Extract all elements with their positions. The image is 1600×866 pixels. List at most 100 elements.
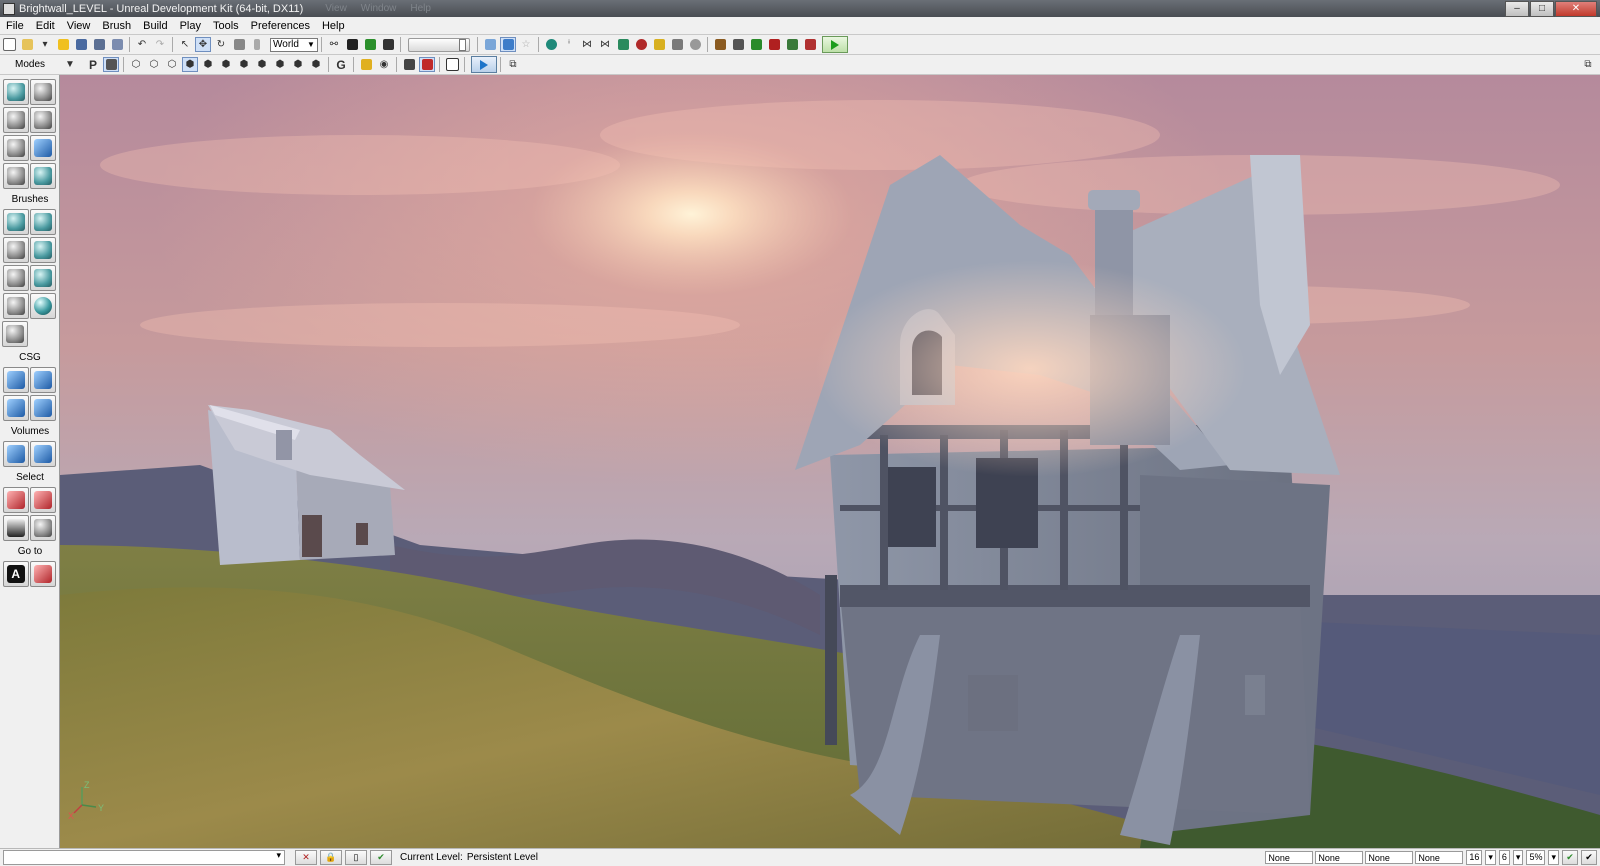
realtime-preview-icon[interactable] (669, 37, 685, 52)
curved-stair-brush-button[interactable] (2, 237, 29, 263)
lighting-buffer-icon[interactable]: ⬢ (308, 57, 324, 72)
play-on-pc-icon[interactable] (766, 37, 782, 52)
add-volume-button[interactable] (2, 441, 29, 467)
geometry-mode-button[interactable] (30, 79, 57, 105)
sheet-brush-button[interactable] (30, 265, 57, 291)
menu-view[interactable]: View (61, 20, 97, 32)
favorites-icon[interactable] (55, 37, 71, 52)
undo-icon[interactable]: ↶ (134, 37, 150, 52)
lit-icon[interactable]: ⬢ (182, 57, 198, 72)
menu-edit[interactable]: Edit (30, 20, 61, 32)
kismet-icon[interactable] (344, 37, 360, 52)
toggle-check-icon[interactable]: ✔ (1581, 850, 1597, 865)
maximize-viewport-icon[interactable] (444, 57, 460, 72)
console-icon[interactable] (784, 37, 800, 52)
restore-viewport-icon[interactable]: ⧉ (1580, 57, 1596, 72)
rotation-snap-value[interactable]: 6 (1498, 850, 1510, 865)
perspective-viewport[interactable]: Z X Y (60, 75, 1600, 848)
csg-subtract-button[interactable] (30, 367, 57, 393)
brush-wireframe-icon[interactable]: ⬡ (146, 57, 162, 72)
select-cursor-icon[interactable]: ↖ (177, 37, 193, 52)
landscape-mode-button[interactable] (2, 163, 29, 189)
open-dropdown-icon[interactable]: ▾ (37, 37, 53, 52)
play-level-icon[interactable] (748, 37, 764, 52)
film-icon[interactable] (712, 37, 728, 52)
play-in-editor-button[interactable] (822, 36, 848, 53)
save-all-icon[interactable] (91, 37, 107, 52)
realtime-icon[interactable] (103, 57, 119, 72)
star-icon[interactable]: ☆ (518, 37, 534, 52)
viewport-options-icon[interactable]: ⧉ (505, 57, 521, 72)
build-cover-icon[interactable]: ⋈ (597, 37, 613, 52)
save-icon[interactable] (73, 37, 89, 52)
save-current-level-icon[interactable] (109, 37, 125, 52)
coordinate-system-select[interactable]: World ▼ (270, 37, 318, 52)
spiral-stair-brush-button[interactable] (2, 293, 29, 319)
grid-size-value[interactable]: 16 (1466, 850, 1483, 865)
grid-dropdown-icon[interactable]: ▾ (1485, 850, 1496, 865)
kismet-k-icon[interactable] (362, 37, 378, 52)
sphere-brush-button[interactable] (30, 293, 57, 319)
rotation-dropdown-icon[interactable]: ▾ (1512, 850, 1524, 865)
chevron-down-icon[interactable]: ▼ (62, 57, 78, 72)
scale-snap-value[interactable]: 5% (1526, 850, 1546, 865)
light-map-density-icon[interactable]: ⬢ (290, 57, 306, 72)
new-file-icon[interactable] (1, 37, 17, 52)
show-selected-button[interactable] (2, 487, 29, 513)
unlit-icon[interactable]: ⬡ (164, 57, 180, 72)
play-in-viewport-button[interactable] (471, 56, 497, 73)
lighting-quality-icon[interactable] (651, 37, 667, 52)
build-lighting-icon[interactable]: ⁱ (561, 37, 577, 52)
lighting-only-icon[interactable]: ⬢ (218, 57, 234, 72)
volume-list-button[interactable] (30, 441, 57, 467)
menu-build[interactable]: Build (137, 20, 173, 32)
binoculars-icon[interactable]: ⚯ (326, 37, 342, 52)
light-complexity-icon[interactable]: ⬢ (236, 57, 252, 72)
cylinder-brush-button[interactable] (30, 237, 57, 263)
close-button[interactable]: ✕ (1555, 1, 1597, 17)
open-folder-icon[interactable] (19, 37, 35, 52)
foliage-mode-button[interactable] (30, 163, 57, 189)
content-browser-icon[interactable] (482, 37, 498, 52)
menu-preferences[interactable]: Preferences (245, 20, 316, 32)
menu-file[interactable]: File (0, 20, 30, 32)
translate-icon[interactable]: ✥ (195, 37, 211, 52)
select-invert-button[interactable] (2, 515, 29, 541)
actor-icon[interactable] (401, 57, 417, 72)
goto-builder-brush-button[interactable] (30, 561, 57, 587)
cube-brush-button[interactable] (2, 209, 29, 235)
autosave-icon[interactable]: ✔ (370, 850, 392, 865)
drag-grid-toggle-icon[interactable]: ✕ (295, 850, 317, 865)
csg-intersect-button[interactable] (2, 395, 29, 421)
redo-icon[interactable]: ↷ (152, 37, 168, 52)
kismet-k-icon[interactable] (802, 37, 818, 52)
csg-add-button[interactable] (2, 367, 29, 393)
menu-brush[interactable]: Brush (96, 20, 137, 32)
streaming-volume-icon[interactable] (419, 57, 435, 72)
snap-vertex-icon[interactable]: ▯ (345, 850, 367, 865)
eye-icon[interactable]: ◉ (376, 57, 392, 72)
terrain-mode-button[interactable] (2, 107, 29, 133)
build-paths-icon[interactable]: ⋈ (579, 37, 595, 52)
texture-alignment-mode-button[interactable] (2, 135, 29, 161)
generic-browser-icon[interactable] (500, 37, 516, 52)
game-view-label[interactable]: G (333, 57, 349, 72)
swarm-icon[interactable] (633, 37, 649, 52)
detail-lighting-icon[interactable]: ⬢ (200, 57, 216, 72)
goto-actor-button[interactable]: A (2, 561, 29, 587)
lock-icon[interactable] (358, 57, 374, 72)
hide-selected-button[interactable] (30, 487, 57, 513)
realtime-audio-icon[interactable]: ✔ (1562, 850, 1578, 865)
clapboard-icon[interactable] (730, 37, 746, 52)
shader-complexity-icon[interactable]: ⬢ (272, 57, 288, 72)
show-all-button[interactable] (30, 515, 57, 541)
maximize-button[interactable]: □ (1530, 1, 1554, 17)
lighting-info-icon[interactable] (687, 37, 703, 52)
cone-brush-button[interactable] (30, 209, 57, 235)
scale-dropdown-icon[interactable]: ▾ (1548, 850, 1559, 865)
wireframe-icon[interactable]: ⬡ (128, 57, 144, 72)
camera-mode-button[interactable] (2, 79, 29, 105)
perspective-label[interactable]: P (85, 57, 101, 72)
csg-deintersect-button[interactable] (30, 395, 57, 421)
lock-selection-icon[interactable]: 🔒 (320, 850, 342, 865)
